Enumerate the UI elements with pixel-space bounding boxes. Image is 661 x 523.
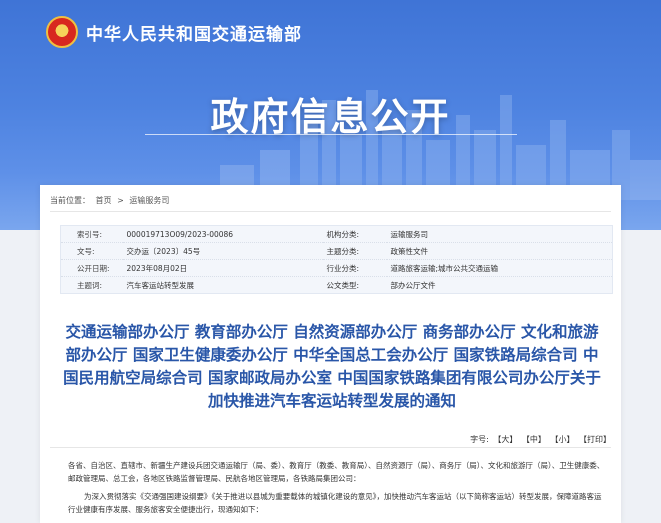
meta-key: 文号: xyxy=(60,242,123,260)
site-brand[interactable]: ★ 中华人民共和国交通运输部 xyxy=(46,14,302,50)
national-emblem-icon: ★ xyxy=(46,16,78,48)
document-metadata-table: 索引号: 000019713O09/2023-00086 机构分类: 运输服务司… xyxy=(60,225,613,294)
document-title: 交通运输部办公厅 教育部办公厅 自然资源部办公厅 商务部办公厅 文化和旅游部办公… xyxy=(63,323,601,410)
divider xyxy=(50,211,611,212)
meta-key: 索引号: xyxy=(60,225,123,243)
content-card: 当前位置： 首页 > 运输服务司 索引号: 000019713O09/2023-… xyxy=(40,185,621,523)
body-paragraph: 为深入贯彻落实《交通强国建设纲要》《关于推进以县城为重要载体的城镇化建设的意见》… xyxy=(68,492,602,514)
table-row: 文号: 交办运〔2023〕45号 主题分类: 政策性文件 xyxy=(60,242,613,260)
meta-value: 汽车客运站转型发展 xyxy=(126,280,195,290)
meta-value: 道路旅客运输;城市公共交通运输 xyxy=(386,259,613,277)
meta-key: 主题分类: xyxy=(322,242,387,260)
breadcrumb-separator: > xyxy=(117,196,124,205)
meta-key: 机构分类: xyxy=(322,225,387,243)
font-size-toolbar: 字号: 【大】 【中】 【小】 【打印】 xyxy=(468,434,611,445)
table-row: 索引号: 000019713O09/2023-00086 机构分类: 运输服务司 xyxy=(60,225,613,243)
meta-key: 主题词: xyxy=(77,280,103,290)
breadcrumb-home-link[interactable]: 首页 xyxy=(96,196,112,205)
breadcrumb: 当前位置： 首页 > 运输服务司 xyxy=(50,195,172,206)
table-row: 公开日期: 2023年08月02日 行业分类: 道路旅客运输;城市公共交通运输 xyxy=(60,259,613,277)
meta-key: 公开日期: xyxy=(60,259,123,277)
font-size-label: 字号: xyxy=(470,435,489,444)
meta-value: 2023年08月02日 xyxy=(122,259,323,277)
print-button[interactable]: 【打印】 xyxy=(579,435,611,444)
font-medium-button[interactable]: 【中】 xyxy=(522,435,546,444)
font-large-button[interactable]: 【大】 xyxy=(493,435,517,444)
page-title: 政府信息公开 xyxy=(210,95,451,139)
meta-value: 部办公厅文件 xyxy=(390,280,436,290)
breadcrumb-section-link[interactable]: 运输服务司 xyxy=(129,196,169,205)
document-body: 各省、自治区、直辖市、新疆生产建设兵团交通运输厅（局、委）、教育厅（教委、教育局… xyxy=(68,459,608,521)
table-row: 主题词: 汽车客运站转型发展 公文类型: 部办公厅文件 xyxy=(61,277,613,294)
body-paragraph: 各省、自治区、直辖市、新疆生产建设兵团交通运输厅（局、委）、教育厅（教委、教育局… xyxy=(68,461,605,483)
breadcrumb-prefix: 当前位置： xyxy=(50,196,90,205)
meta-value: 000019713O09/2023-00086 xyxy=(122,225,323,243)
site-name: 中华人民共和国交通运输部 xyxy=(86,24,302,45)
meta-key: 行业分类: xyxy=(322,259,387,277)
meta-value: 运输服务司 xyxy=(386,225,613,243)
divider xyxy=(50,447,611,448)
meta-value: 政策性文件 xyxy=(386,242,613,260)
meta-value: 交办运〔2023〕45号 xyxy=(122,242,323,260)
meta-key: 公文类型: xyxy=(326,280,360,290)
font-small-button[interactable]: 【小】 xyxy=(550,435,574,444)
title-underline xyxy=(145,134,517,135)
